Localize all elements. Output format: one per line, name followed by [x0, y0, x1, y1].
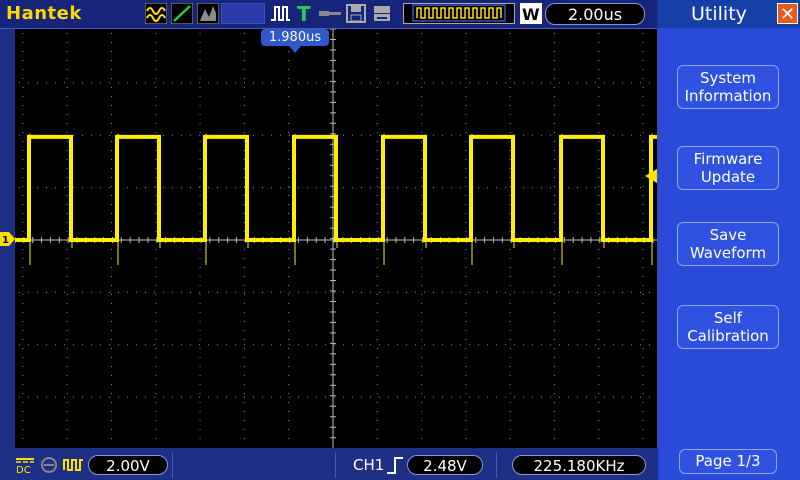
svg-text:DC: DC [16, 465, 31, 474]
bottom-separator [335, 452, 336, 478]
save-waveform-button[interactable]: Save Waveform [677, 222, 779, 266]
svg-text:T: T [297, 3, 311, 24]
button-line: Firmware [693, 150, 763, 168]
w-window-icon[interactable]: W [520, 3, 542, 24]
ch1-volts-div[interactable]: 2.00V [88, 455, 168, 475]
svg-text:W: W [522, 5, 540, 24]
button-line: Update [700, 168, 756, 186]
button-line: Waveform [689, 244, 767, 262]
trigger-source-label: CH1 [353, 456, 385, 474]
trigger-position-readout: 1.980us [261, 29, 329, 46]
trigger-level-marker-icon[interactable] [644, 169, 657, 183]
trigger-edge-icon[interactable] [269, 3, 291, 24]
firmware-update-button[interactable]: Firmware Update [677, 146, 779, 190]
bottom-separator [172, 452, 173, 478]
trigger-level-readout[interactable]: 2.48V [407, 455, 483, 475]
memory-overview-icon[interactable] [403, 3, 515, 24]
acquire-mode-icon[interactable] [145, 3, 167, 24]
close-icon[interactable]: ✕ [777, 3, 798, 25]
channel1-marker-icon[interactable]: 1 [0, 232, 15, 246]
graticule-and-trace [14, 28, 695, 448]
save-disk-icon[interactable] [345, 3, 367, 24]
button-line: Calibration [687, 327, 769, 345]
button-line: Save [709, 226, 747, 244]
print-icon[interactable] [371, 3, 393, 24]
bandwidth-limit-icon[interactable] [39, 456, 59, 474]
frequency-counter: 225.180KHz [512, 455, 646, 475]
brand-logo: Hantek [6, 3, 82, 24]
ch1-trace [15, 134, 695, 242]
invert-waveform-icon[interactable] [62, 456, 84, 474]
waveform-display [14, 28, 695, 448]
trigger-position-arrow-icon [289, 46, 301, 53]
sine-icon[interactable] [171, 3, 193, 24]
button-line: System [700, 69, 756, 87]
channel-status-blank [221, 3, 265, 24]
trigger-t-icon[interactable]: T [295, 3, 313, 24]
bottom-separator [496, 452, 497, 478]
timebase-readout[interactable]: 2.00us [545, 3, 645, 25]
button-line: Information [684, 87, 772, 105]
system-information-button[interactable]: System Information [677, 65, 779, 109]
rising-edge-icon[interactable] [385, 455, 405, 475]
page-indicator-button[interactable]: Page 1/3 [679, 449, 777, 474]
self-calibration-button[interactable]: Self Calibration [677, 305, 779, 349]
svg-text:1: 1 [2, 235, 9, 246]
probe-icon[interactable] [317, 3, 343, 24]
gray-signal-icon[interactable] [197, 3, 219, 24]
dc-coupling-icon[interactable]: DC [15, 456, 35, 474]
button-line: Self [713, 309, 743, 327]
